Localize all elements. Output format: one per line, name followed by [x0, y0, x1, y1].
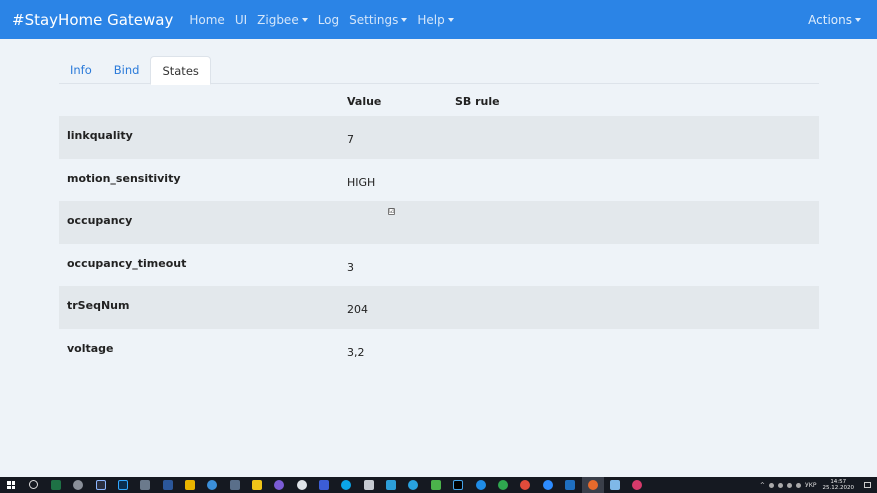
app-icon[interactable] — [364, 480, 374, 490]
nav-zigbee-dropdown[interactable]: Zigbee — [257, 13, 308, 27]
occupancy-checkbox[interactable]: ☑ — [388, 208, 395, 215]
media-player-icon[interactable] — [274, 480, 284, 490]
table-row: occupancy ☑ — [59, 201, 819, 244]
brand-link[interactable]: #StayHome Gateway — [12, 11, 173, 29]
app-icon[interactable] — [252, 480, 262, 490]
zoom-app-icon[interactable] — [543, 480, 553, 490]
state-name: motion_sensitivity — [67, 171, 181, 185]
terminal-app-icon[interactable] — [453, 480, 463, 490]
actions-dropdown[interactable]: Actions — [808, 0, 861, 39]
nav-zigbee-label: Zigbee — [257, 12, 299, 27]
os-taskbar: ^ УКР 14:57 25.12.2020 — [0, 477, 877, 493]
nav-ui-label: UI — [234, 12, 248, 27]
network-icon[interactable] — [786, 482, 792, 488]
skype-app-icon[interactable] — [341, 480, 351, 490]
nav-help-label: Help — [417, 12, 445, 27]
state-value: 3,2 — [347, 345, 365, 359]
excel-app-icon[interactable] — [51, 480, 61, 490]
tab-states[interactable]: States — [150, 56, 211, 85]
chevron-down-icon — [447, 17, 454, 22]
actions-label: Actions — [808, 12, 852, 27]
states-table: Value SB rule linkquality 7 motion_sensi… — [59, 88, 819, 371]
state-value: HIGH — [347, 175, 376, 189]
system-tray: ^ УКР 14:57 25.12.2020 — [760, 477, 871, 493]
state-value: 7 — [347, 133, 354, 146]
volume-icon[interactable] — [795, 482, 801, 488]
chevron-down-icon — [855, 17, 861, 22]
chevron-up-icon[interactable]: ^ — [760, 482, 765, 489]
tab-bind[interactable]: Bind — [103, 56, 151, 84]
table-header: Value SB rule — [59, 88, 819, 116]
state-name: linkquality — [67, 129, 133, 142]
tab-info[interactable]: Info — [59, 56, 103, 84]
edge-browser-icon[interactable] — [476, 480, 486, 490]
nav-home-label: Home — [189, 12, 225, 27]
state-name: trSeqNum — [67, 299, 130, 312]
app-icon[interactable] — [230, 480, 240, 490]
photoshop-app-icon[interactable] — [118, 480, 128, 490]
state-value: 204 — [347, 303, 368, 316]
state-name: occupancy_timeout — [67, 256, 187, 270]
state-name: occupancy — [67, 214, 133, 227]
tray-app-icon[interactable] — [777, 482, 783, 488]
table-row: occupancy_timeout 3 — [59, 244, 819, 287]
table-row: trSeqNum 204 — [59, 286, 819, 329]
state-name: voltage — [67, 341, 114, 355]
app-icon[interactable] — [632, 480, 642, 490]
file-explorer-icon[interactable] — [185, 480, 195, 490]
nav-help-dropdown[interactable]: Help — [417, 12, 454, 27]
app-icon[interactable] — [96, 480, 106, 490]
app-icon[interactable] — [386, 480, 396, 490]
notification-icon[interactable] — [864, 482, 871, 488]
word-app-icon[interactable] — [163, 480, 173, 490]
header-sb-rule: SB rule — [455, 95, 500, 108]
nav-ui[interactable]: UI — [235, 13, 247, 27]
app-icon[interactable] — [610, 480, 620, 490]
chevron-down-icon — [401, 17, 408, 22]
nav-settings-dropdown[interactable]: Settings — [349, 12, 408, 27]
app-icon[interactable] — [431, 480, 441, 490]
app-icon[interactable] — [297, 480, 307, 490]
chevron-down-icon — [301, 17, 308, 22]
vscode-app-icon[interactable] — [565, 480, 575, 490]
clock-date: 25.12.2020 — [822, 485, 855, 491]
app-icon[interactable] — [73, 480, 83, 490]
search-icon[interactable] — [29, 480, 38, 489]
table-row: linkquality 7 — [59, 116, 819, 159]
app-icon[interactable] — [498, 480, 508, 490]
nav-log-label: Log — [317, 12, 340, 27]
state-value: 3 — [347, 260, 354, 274]
taskbar-clock[interactable]: 14:57 25.12.2020 — [823, 479, 855, 491]
tray-app-icon[interactable] — [768, 482, 774, 488]
navbar: #StayHome Gateway Home UI Zigbee Log Set… — [0, 0, 877, 39]
table-row: voltage 3,2 — [59, 329, 819, 372]
app-icon[interactable] — [207, 480, 217, 490]
firefox-browser-icon[interactable] — [588, 480, 598, 490]
app-icon[interactable] — [319, 480, 329, 490]
nav-log[interactable]: Log — [318, 13, 339, 27]
chrome-browser-icon[interactable] — [520, 480, 530, 490]
nav-settings-label: Settings — [349, 12, 399, 27]
table-row: motion_sensitivity HIGH — [59, 159, 819, 202]
language-indicator[interactable]: УКР — [805, 482, 817, 489]
app-icon[interactable] — [140, 480, 150, 490]
telegram-app-icon[interactable] — [408, 480, 418, 490]
header-value: Value — [347, 95, 382, 108]
windows-start-icon[interactable] — [7, 481, 15, 489]
tab-bar: Info Bind States — [59, 56, 819, 85]
nav-home[interactable]: Home — [189, 13, 224, 27]
